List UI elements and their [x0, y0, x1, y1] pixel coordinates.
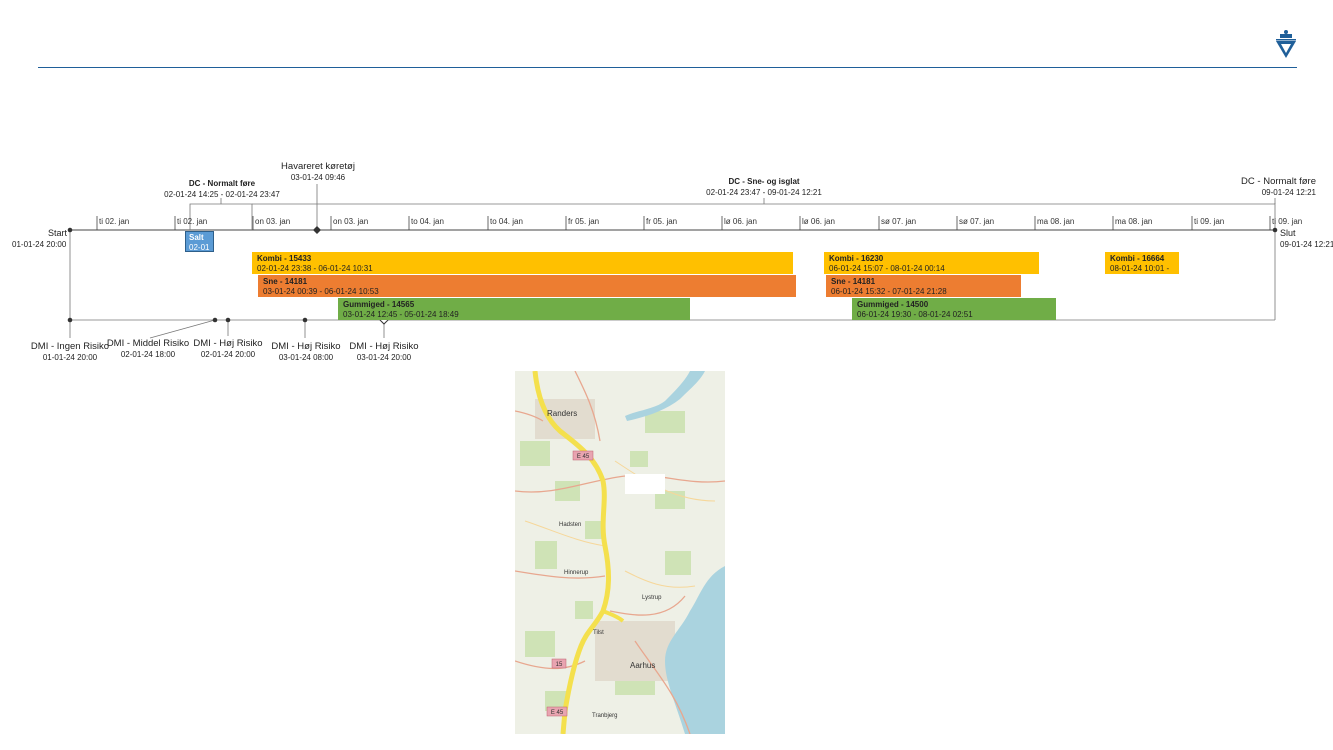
event-title: DMI - Ingen Risiko: [30, 341, 110, 352]
axis-tick: to 04. jan: [411, 217, 444, 226]
bar-date: 06-01-24 15:07 - 08-01-24 00:14: [829, 264, 945, 273]
axis-tick: sø 07. jan: [881, 217, 917, 226]
bar-title: Sne - 14181: [263, 277, 308, 286]
event-date: 03-01-24 20:00: [356, 353, 412, 362]
bar-gummiged-14565[interactable]: Gummiged - 14565 03-01-24 12:45 - 05-01-…: [338, 298, 690, 320]
axis-tick: fr 05. jan: [646, 217, 678, 226]
bottom-event-hoj-risiko-1: DMI - Høj Risiko 02-01-24 20:00: [190, 338, 266, 360]
route-map[interactable]: E 45 15 E 45 Randers Hadsten Hinnerup Ly…: [515, 371, 725, 734]
axis-tick: on 03. jan: [333, 217, 369, 226]
bar-title: Gummiged - 14565: [343, 300, 415, 309]
axis-tick: fr 05. jan: [568, 217, 600, 226]
axis-tick: ma 08. jan: [1115, 217, 1153, 226]
axis-tick: to 04. jan: [490, 217, 523, 226]
event-title: DMI - Middel Risiko: [106, 338, 190, 349]
event-title: DMI - Høj Risiko: [271, 341, 341, 352]
bottom-event-ingen-risiko: DMI - Ingen Risiko 01-01-24 20:00: [30, 341, 110, 363]
axis-tick: ti 02. jan: [177, 217, 208, 226]
bar-title: Salt: [189, 233, 204, 242]
bar-date: 02-01-24 23:38 - 06-01-24 10:31: [257, 264, 373, 273]
axis-tick: ti 09. jan: [1272, 217, 1303, 226]
bar-sne-14181-2[interactable]: Sne - 14181 06-01-24 15:32 - 07-01-24 21…: [826, 275, 1021, 297]
timeline: Start 01-01-24 20:00 Slut 09-01-24 12:21…: [0, 0, 1333, 370]
bar-date: 08-01-24 10:01 -: [1110, 264, 1170, 273]
shield-label: E 45: [577, 454, 590, 460]
axis-tick: sø 07. jan: [959, 217, 995, 226]
event-title: DC - Normalt føre: [188, 179, 256, 188]
start-label: Start 01-01-24 20:00: [12, 228, 68, 250]
bar-kombi-15433[interactable]: Kombi - 15433 02-01-24 23:38 - 06-01-24 …: [252, 252, 793, 274]
top-event-dc-normal-end: DC - Normalt føre 09-01-24 12:21: [1236, 176, 1316, 198]
svg-text:15: 15: [556, 662, 563, 668]
event-title: Havareret køretøj: [281, 161, 355, 172]
svg-text:Aarhus: Aarhus: [630, 661, 655, 670]
bar-title: Kombi - 15433: [257, 254, 312, 263]
top-event-dc-sne: DC - Sne- og isglat 02-01-24 23:47 - 09-…: [700, 176, 828, 198]
event-date: 02-01-24 20:00: [200, 350, 256, 359]
bar-title: Kombi - 16664: [1110, 254, 1165, 263]
axis-tick: lø 06. jan: [724, 217, 757, 226]
top-event-havareret: Havareret køretøj 03-01-24 09:46: [278, 161, 358, 183]
bar-title: Sne - 14181: [831, 277, 876, 286]
bar-title: Gummiged - 14500: [857, 300, 929, 309]
end-label: Slut 09-01-24 12:21: [1280, 228, 1333, 250]
bar-date: 06-01-24 15:32 - 07-01-24 21:28: [831, 287, 947, 296]
event-title: DC - Normalt føre: [1241, 176, 1316, 187]
start-title: Start: [48, 228, 68, 238]
svg-text:Hinnerup: Hinnerup: [564, 570, 589, 576]
axis-tick: ti 02. jan: [99, 217, 130, 226]
svg-text:Randers: Randers: [547, 409, 577, 418]
bar-salt[interactable]: Salt 02-01: [185, 231, 214, 252]
event-title: DMI - Høj Risiko: [349, 341, 419, 352]
axis-tick: ti 09. jan: [1194, 217, 1225, 226]
event-date: 02-01-24 23:47 - 09-01-24 12:21: [706, 188, 822, 197]
svg-text:Tranbjerg: Tranbjerg: [592, 713, 617, 719]
event-date: 09-01-24 12:21: [1261, 188, 1316, 197]
top-event-dc-normal: DC - Normalt føre 02-01-24 14:25 - 02-01…: [164, 178, 280, 200]
event-date: 02-01-24 14:25 - 02-01-24 23:47: [164, 190, 280, 199]
map-graphic: E 45 15 E 45 Randers Hadsten Hinnerup Ly…: [515, 371, 725, 734]
end-date: 09-01-24 12:21: [1280, 240, 1333, 249]
bottom-event-hoj-risiko-3: DMI - Høj Risiko 03-01-24 20:00: [346, 341, 422, 363]
bar-kombi-16230[interactable]: Kombi - 16230 06-01-24 15:07 - 08-01-24 …: [824, 252, 1039, 274]
axis-tick: on 03. jan: [255, 217, 291, 226]
axis-tick: ma 08. jan: [1037, 217, 1075, 226]
event-title: DC - Sne- og isglat: [728, 177, 800, 186]
event-date: 03-01-24 08:00: [278, 353, 334, 362]
event-date: 03-01-24 09:46: [290, 173, 346, 182]
bar-gummiged-14500[interactable]: Gummiged - 14500 06-01-24 19:30 - 08-01-…: [852, 298, 1056, 320]
bar-title: Kombi - 16230: [829, 254, 884, 263]
bar-date: 03-01-24 12:45 - 05-01-24 18:49: [343, 310, 459, 319]
end-title: Slut: [1280, 228, 1296, 238]
bottom-event-hoj-risiko-2: DMI - Høj Risiko 03-01-24 08:00: [268, 341, 344, 363]
axis-tick: lø 06. jan: [802, 217, 835, 226]
svg-text:Lystrup: Lystrup: [642, 595, 662, 601]
svg-text:E 45: E 45: [551, 710, 564, 716]
bar-date: 02-01: [189, 243, 210, 252]
start-date: 01-01-24 20:00: [12, 240, 67, 249]
bar-date: 06-01-24 19:30 - 08-01-24 02:51: [857, 310, 973, 319]
bar-date: 03-01-24 00:39 - 06-01-24 10:53: [263, 287, 379, 296]
event-title: DMI - Høj Risiko: [193, 338, 263, 349]
bar-sne-14181[interactable]: Sne - 14181 03-01-24 00:39 - 06-01-24 10…: [258, 275, 796, 297]
event-date: 01-01-24 20:00: [42, 353, 98, 362]
bar-kombi-16664[interactable]: Kombi - 16664 08-01-24 10:01 -: [1105, 252, 1179, 274]
svg-text:Hadsten: Hadsten: [559, 522, 581, 528]
svg-text:Tilst: Tilst: [593, 630, 604, 636]
bottom-event-middel-risiko: DMI - Middel Risiko 02-01-24 18:00: [106, 338, 190, 360]
event-date: 02-01-24 18:00: [120, 350, 176, 359]
